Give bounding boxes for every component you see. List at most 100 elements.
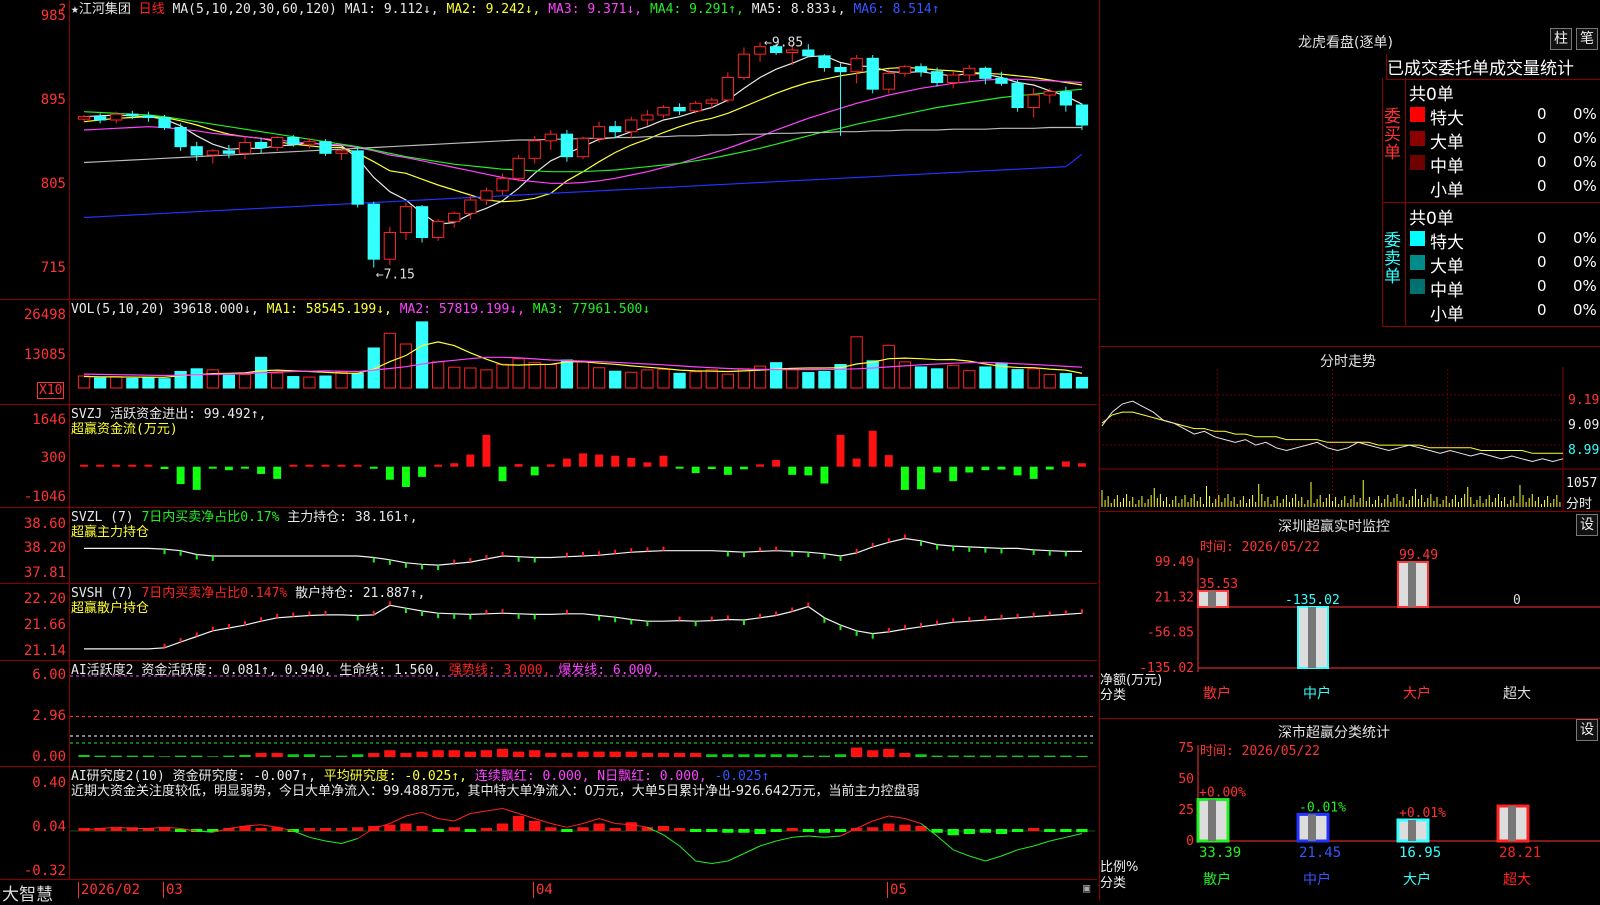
monitor-category-label: 中户 <box>1303 685 1331 702</box>
ai-research-bar <box>464 829 476 832</box>
stats-tick: 50 <box>1178 772 1194 787</box>
volume-bar <box>319 375 332 389</box>
ai-activity-bar <box>722 754 734 757</box>
svsh-panel[interactable]: 22.20 21.66 21.14 SVSH (7) 7日内买卖净占比0.147… <box>0 584 1097 661</box>
fund-flow-bar <box>900 466 909 490</box>
ai-research-line <box>1001 849 1018 857</box>
ai-activity-bar <box>770 754 782 757</box>
ai-research-bar <box>690 829 702 832</box>
ma6-value: MA6: 8.514↑ <box>853 2 940 17</box>
ai-activity-bar <box>1044 755 1056 757</box>
volume-bar <box>737 368 751 389</box>
fund-flow-bar <box>321 464 330 467</box>
order-type: 大单 <box>1430 257 1464 277</box>
ai-activity-bar <box>78 754 90 757</box>
candle <box>721 77 734 101</box>
svzj-panel[interactable]: 1646 300 -1046 SVZJ 活跃资金进出: 99.492↑, 超赢资… <box>0 405 1097 508</box>
favorite-star-icon[interactable]: ★ <box>71 2 79 17</box>
ai-research-bar <box>899 824 911 831</box>
ai-activity-bar <box>94 755 106 757</box>
ai-research-line <box>550 823 568 828</box>
stats-panel[interactable]: 深市超赢分类统计 设 时间: 2026/05/22 75 50 25 0 +0.00% 3… <box>1099 718 1600 901</box>
volume-bar <box>625 371 638 389</box>
ai-activity-bar <box>352 754 364 757</box>
date-label: 04 <box>533 882 553 898</box>
pen-mode-button[interactable]: 笔 <box>1576 28 1598 50</box>
monitor-category-label: 大户 <box>1403 685 1431 702</box>
fund-flow-bar <box>224 466 233 471</box>
volume-bar <box>415 321 429 389</box>
monitor-category-label: 散户 <box>1203 685 1231 702</box>
svzl-panel[interactable]: 38.60 38.20 37.81 SVZL (7) 7日内买卖净占比0.17%… <box>0 508 1097 584</box>
ai-activity-bar <box>1011 755 1024 757</box>
ai-research-line <box>953 849 970 857</box>
volume-bar <box>689 371 702 389</box>
order-type: 小单 <box>1430 305 1464 325</box>
intraday-chart[interactable] <box>1100 347 1600 511</box>
ma4-value: MA4: 9.291↑, <box>649 2 744 17</box>
ai-research-bar <box>529 821 541 831</box>
ai-research-line <box>309 836 326 842</box>
candle <box>963 67 976 76</box>
ma2-value: MA2: 9.242↓, <box>446 2 541 17</box>
monitor-bar-shade <box>1208 590 1216 607</box>
period-label[interactable]: 日线 <box>139 2 165 17</box>
candle <box>898 66 912 74</box>
order-color-swatch <box>1410 155 1425 170</box>
ai-research-avg: 平均研究度: -0.025↑, <box>323 769 468 784</box>
fund-flow-bar <box>723 466 732 475</box>
ai-research-line <box>566 823 584 828</box>
fund-flow-bar <box>96 464 105 467</box>
stats-chart[interactable]: 75 50 25 0 +0.00% 33.39 散户 -0.01% 21.45 中户 +0.01% 1… <box>1100 719 1600 901</box>
intraday-panel[interactable]: 分时走势 9.19 9.09 8.99 1057 分时 <box>1099 346 1600 512</box>
svsh-label: SVSH (7) <box>71 586 134 601</box>
ai-research-bar <box>625 822 637 831</box>
ai-research-line <box>679 845 697 862</box>
order-tabs[interactable]: 已成交委托单成交量统计 <box>1386 54 1600 80</box>
ai-research-line <box>389 815 407 824</box>
order-pct: 0% <box>1573 229 1597 247</box>
fund-flow-bar <box>1078 463 1086 467</box>
ai-activity-bar <box>271 752 283 757</box>
ai-research-bar <box>255 828 267 831</box>
bar-mode-button[interactable]: 柱 <box>1550 28 1572 50</box>
ai-research-title: AI研究度2(10) <box>71 769 165 784</box>
ai-activity-bar <box>287 754 299 757</box>
volume-bar <box>866 360 879 389</box>
monitor-tick: 21.32 <box>1155 590 1194 605</box>
ai-activity-bar <box>625 751 637 757</box>
monitor-chart[interactable]: 99.4921.32-56.85-135.0235.53散户-135.02中户9… <box>1100 512 1600 718</box>
fund-flow-bar <box>675 466 684 469</box>
volume-panel[interactable]: 26498 13085 X10 VOL(5,10,20) 39618.000↓,… <box>0 300 1097 405</box>
kline-chart[interactable]: ←9.85 ←7.15 <box>0 0 1097 299</box>
ai-research-bar <box>883 823 895 831</box>
ai-research-bar <box>657 826 670 831</box>
fund-flow-bar <box>611 455 620 467</box>
stats-value-label: 16.95 <box>1399 845 1441 861</box>
stock-name: 江河集团 <box>78 2 131 17</box>
ai-research-red: 连续飘红: 0.000, <box>474 769 590 784</box>
stats-category-label: 散户 <box>1203 871 1231 888</box>
kline-panel[interactable]: 985 895 805 715 ? ←9.85 ←7.15 ★江河集团 日线 MA… <box>0 0 1097 300</box>
ai-activity-bar <box>1060 755 1072 757</box>
kline-header: ★江河集团 日线 MA(5,10,20,30,60,120) MA1: 9.11… <box>71 2 940 17</box>
ai-activity-panel[interactable]: 6.00 2.96 0.00 AI活跃度2 资金活跃度: 0.081↑, 0.9… <box>0 661 1097 767</box>
lock-icon[interactable]: ▣ <box>1083 881 1090 895</box>
ai-activity-bar <box>191 755 203 757</box>
ai-activity-burst: 爆发线: 6.000, <box>558 663 660 678</box>
order-color-swatch <box>1410 107 1425 122</box>
ai-research-panel[interactable]: 0.40 0.04 -0.32 AI研究度2(10) 资金研究度: -0.007… <box>0 767 1097 880</box>
order-type: 中单 <box>1430 281 1464 301</box>
ai-research-line <box>759 840 777 847</box>
volume-bar <box>480 369 493 389</box>
fund-flow-bar <box>788 466 797 475</box>
svzl-hold: 主力持仓: 38.161↑, <box>287 510 418 525</box>
fund-flow-bar <box>530 466 539 476</box>
monitor-panel[interactable]: 深圳超赢实时监控 设 时间: 2026/05/22 99.49 21.32 -56.… <box>1099 511 1600 718</box>
order-count: 0 <box>1537 177 1547 195</box>
fund-flow-bar <box>144 464 153 467</box>
candle <box>383 232 396 260</box>
fund-flow-bar <box>1045 466 1054 470</box>
volume-bar <box>222 374 236 389</box>
volume-bar <box>335 371 348 389</box>
